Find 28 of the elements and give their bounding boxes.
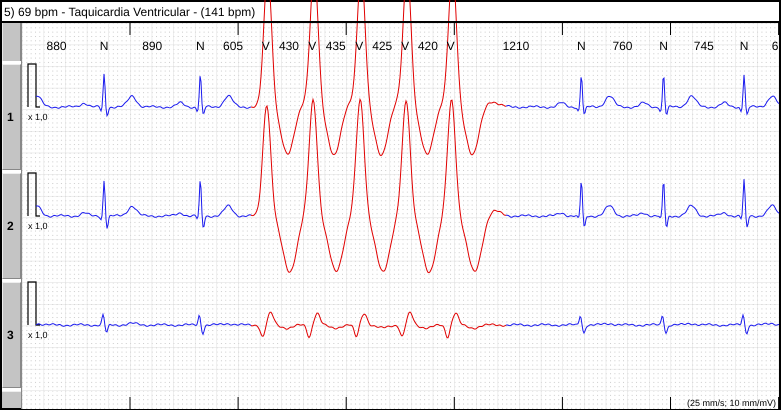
interval-label: 745 (694, 39, 714, 53)
interval-label: 760 (612, 39, 632, 53)
window-title: 5) 69 bpm - Taquicardia Ventricular - (141 bpm) (4, 4, 256, 18)
calibration-pulse (27, 281, 40, 326)
interval-label: 880 (46, 39, 67, 53)
lead-button[interactable]: 2 (2, 173, 21, 279)
lead-button[interactable]: 3 (2, 282, 21, 388)
beat-label: N (100, 39, 108, 53)
calibration-pulse (27, 63, 40, 108)
scale-label: (25 mm/s; 10 mm/mV) (686, 398, 776, 408)
interval-label: 430 (278, 39, 299, 53)
interval-label: 425 (372, 39, 392, 53)
beat-label: N (196, 39, 205, 53)
beat-label: N (577, 39, 586, 53)
gain-label: x 1,0 (28, 330, 48, 340)
calibration-pulse (27, 172, 40, 217)
interval-label: 6 (772, 39, 778, 53)
beat-label: N (740, 39, 748, 53)
lead-button[interactable] (2, 391, 21, 408)
interval-label: 605 (223, 39, 244, 53)
gain-label: x 1,0 (28, 221, 48, 231)
interval-label: 1210 (502, 39, 530, 53)
beat-label: N (659, 39, 668, 53)
interval-label: 435 (326, 39, 346, 53)
lead-button[interactable]: 1 (2, 64, 21, 170)
gain-label: x 1,0 (28, 112, 48, 122)
interval-label: 890 (142, 39, 162, 53)
interval-label: 420 (418, 39, 438, 53)
